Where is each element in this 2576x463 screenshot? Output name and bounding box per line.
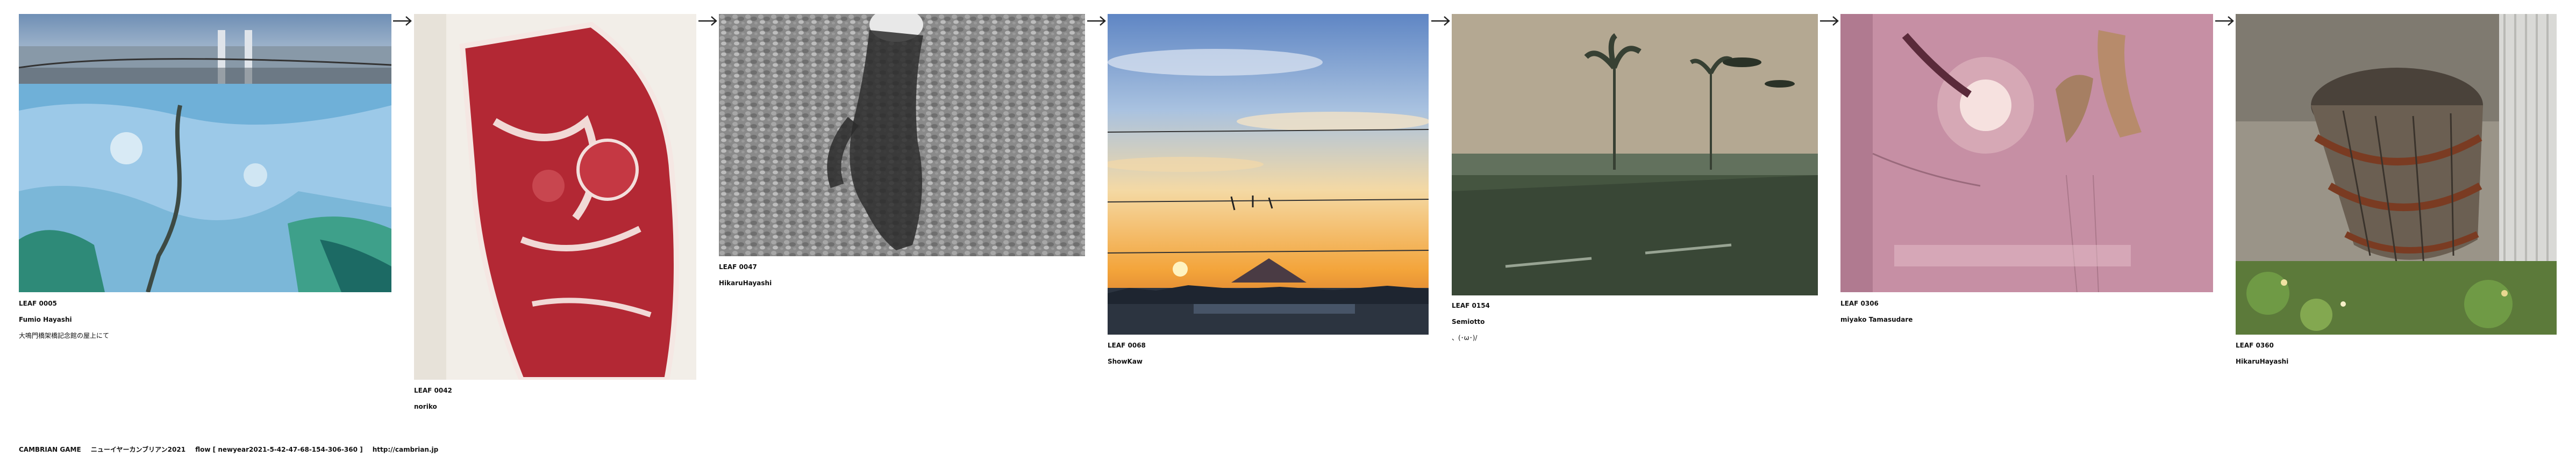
leaf-comment: 、(･ω･)/	[1452, 334, 1478, 342]
leaf-author[interactable]: noriko	[414, 399, 452, 415]
leaf-id: LEAF 0042	[414, 387, 452, 394]
footer-title: CAMBRIAN GAME	[19, 446, 81, 453]
leaf-author[interactable]: miyako Tamasudare	[1840, 312, 1913, 328]
leaf-id: LEAF 0306	[1840, 300, 1879, 307]
flow-arrow-icon	[392, 14, 413, 28]
flow-arrow-icon	[1819, 14, 1840, 28]
photo-pink-cloth-flowers[interactable]	[1840, 14, 2213, 292]
photo-bridge-rooftop-map[interactable]	[19, 14, 391, 292]
leaf-author[interactable]: Fumio Hayashi	[19, 312, 109, 328]
photo-sunset-mount-fuji[interactable]	[1108, 14, 1429, 335]
leaf-id: LEAF 0005	[19, 300, 57, 307]
leaf-author[interactable]: HikaruHayashi	[719, 275, 772, 291]
flow-arrow-icon	[1430, 14, 1452, 28]
leaf-comment: 大鳴門橋架橋記念館の屋上にて	[19, 332, 110, 339]
leaf-author[interactable]: HikaruHayashi	[2236, 353, 2288, 370]
leaf-author[interactable]: ShowKaw	[1108, 353, 1146, 370]
leaf-id: LEAF 0154	[1452, 302, 1490, 309]
leaf-author[interactable]: Semiotto	[1452, 314, 1490, 330]
leaf-id: LEAF 0047	[719, 263, 757, 271]
footer-url-link[interactable]: http://cambrian.jp	[373, 446, 438, 453]
footer-flow: flow [ newyear2021-5-42-47-68-154-306-36…	[195, 446, 363, 453]
photo-palm-trees-road[interactable]	[1452, 14, 1818, 295]
photo-wooden-barrel[interactable]	[2236, 14, 2557, 335]
flow-arrow-icon	[1086, 14, 1108, 28]
flow-arrow-icon	[697, 14, 719, 28]
footer-game-name: ニューイヤーカンブリアン2021	[90, 446, 186, 453]
flow-arrow-icon	[2214, 14, 2236, 28]
game-footer: CAMBRIAN GAME ニューイヤーカンブリアン2021 flow [ ne…	[19, 445, 446, 454]
photo-pebble-shadow[interactable]	[719, 14, 1085, 256]
photo-marbled-beef[interactable]	[414, 14, 696, 380]
leaf-id: LEAF 0068	[1108, 342, 1146, 349]
leaf-id: LEAF 0360	[2236, 342, 2274, 349]
